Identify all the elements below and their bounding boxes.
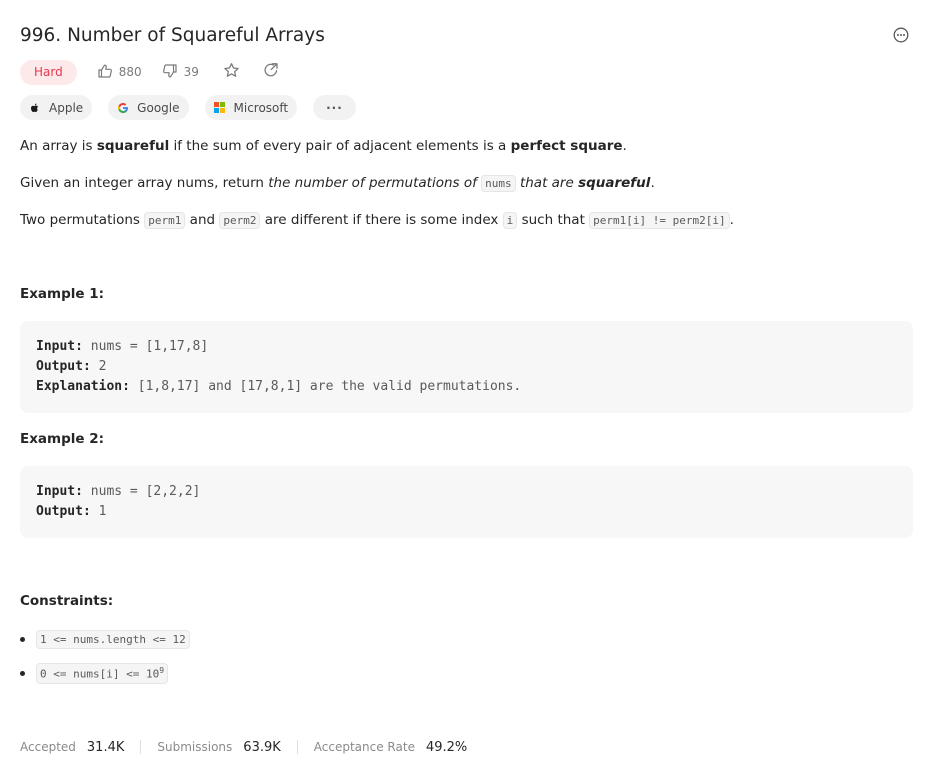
title-row: 996. Number of Squareful Arrays: [20, 22, 913, 48]
like-count: 880: [118, 65, 142, 79]
description-paragraph-3: Two permutations perm1 and perm2 are dif…: [20, 212, 734, 229]
text: such that: [517, 212, 590, 228]
tag-label: Apple: [49, 100, 84, 115]
description-paragraph-2: Given an integer array nums, return the …: [20, 175, 655, 192]
constraint-text: 0 <= nums[i] <= 10: [40, 667, 160, 681]
more-tags-button[interactable]: ···: [313, 95, 356, 120]
acceptance-rate-value: 49.2%: [425, 739, 468, 755]
google-icon: [117, 102, 129, 114]
submissions-label: Submissions: [157, 740, 233, 754]
bullet: [20, 670, 25, 676]
input-label: Input:: [36, 484, 83, 499]
text: if the sum of every pair of adjacent ele…: [169, 138, 511, 154]
example-1-title: Example 1:: [20, 286, 105, 302]
tag-google[interactable]: Google: [108, 95, 189, 120]
divider: [296, 740, 298, 754]
accepted-value: 31.4K: [86, 739, 125, 755]
company-tags: Apple Google Microsoft ···: [20, 95, 372, 120]
input-value: nums = [2,2,2]: [82, 484, 201, 499]
microsoft-icon: [214, 102, 226, 114]
acceptance-rate-label: Acceptance Rate: [313, 740, 415, 754]
text: Two permutations: [20, 212, 145, 228]
dislike-button[interactable]: 39: [162, 63, 199, 82]
tag-label: Google: [137, 100, 180, 115]
bold-text: squareful: [96, 138, 170, 154]
constraint-code: 1 <= nums.length <= 12: [36, 630, 190, 649]
italic-text: that are: [515, 175, 579, 191]
description-paragraph-1: An array is squareful if the sum of ever…: [20, 138, 627, 154]
constraint-code: 0 <= nums[i] <= 109: [36, 663, 169, 684]
italic-text: the number of permutations of: [268, 175, 482, 191]
thumbs-up-icon: [97, 63, 119, 82]
explanation-value: [1,8,17] and [17,8,1] are the valid perm…: [129, 379, 522, 394]
dislike-count: 39: [183, 65, 199, 79]
constraints-title: Constraints:: [20, 593, 114, 609]
example-2-block: Input: nums = [2,2,2] Output: 1: [20, 466, 913, 538]
star-icon: [223, 62, 240, 83]
text: are different if there is some index: [260, 212, 503, 228]
bold-text: perfect square: [510, 138, 623, 154]
exponent: 9: [159, 666, 165, 675]
output-label: Output:: [36, 359, 91, 374]
explanation-label: Explanation:: [36, 379, 130, 394]
inline-code: i: [502, 212, 518, 229]
difficulty-badge: Hard: [20, 59, 77, 85]
text: .: [650, 175, 655, 191]
output-label: Output:: [36, 504, 91, 519]
inline-code: perm2: [219, 212, 261, 229]
text: .: [729, 212, 734, 228]
inline-code: perm1[i] != perm2[i]: [589, 212, 730, 229]
output-value: 2: [90, 359, 107, 374]
accepted-label: Accepted: [20, 740, 76, 754]
problem-title: 996. Number of Squareful Arrays: [20, 24, 325, 46]
share-button[interactable]: [263, 62, 279, 82]
constraint-item: 0 <= nums[i] <= 109: [20, 663, 169, 684]
share-icon: [263, 62, 279, 82]
text: Given an integer array nums, return: [20, 175, 269, 191]
inline-code: perm1: [144, 212, 186, 229]
example-2-title: Example 2:: [20, 431, 105, 447]
output-value: 1: [90, 504, 107, 519]
tag-microsoft[interactable]: Microsoft: [204, 95, 298, 120]
tag-label: Microsoft: [233, 100, 289, 115]
bold-italic-text: squareful: [578, 175, 651, 191]
constraint-item: 1 <= nums.length <= 12: [20, 630, 190, 649]
apple-icon: [29, 102, 41, 114]
meta-row: Hard 880 39: [20, 59, 279, 85]
input-label: Input:: [36, 339, 83, 354]
like-button[interactable]: 880: [97, 63, 142, 82]
text: and: [185, 212, 220, 228]
more-options-icon[interactable]: [892, 26, 910, 44]
submissions-value: 63.9K: [243, 739, 281, 755]
favorite-button[interactable]: [223, 62, 240, 83]
text: .: [622, 138, 627, 154]
input-value: nums = [1,17,8]: [82, 339, 209, 354]
inline-code: nums: [481, 175, 516, 192]
example-1-block: Input: nums = [1,17,8] Output: 2 Explana…: [20, 321, 913, 413]
text: An array is: [20, 138, 97, 154]
bullet: [20, 637, 25, 642]
tag-apple[interactable]: Apple: [20, 95, 93, 120]
divider: [140, 740, 142, 754]
thumbs-down-icon: [162, 63, 184, 82]
stats-footer: Accepted 31.4K Submissions 63.9K Accepta…: [20, 738, 467, 756]
